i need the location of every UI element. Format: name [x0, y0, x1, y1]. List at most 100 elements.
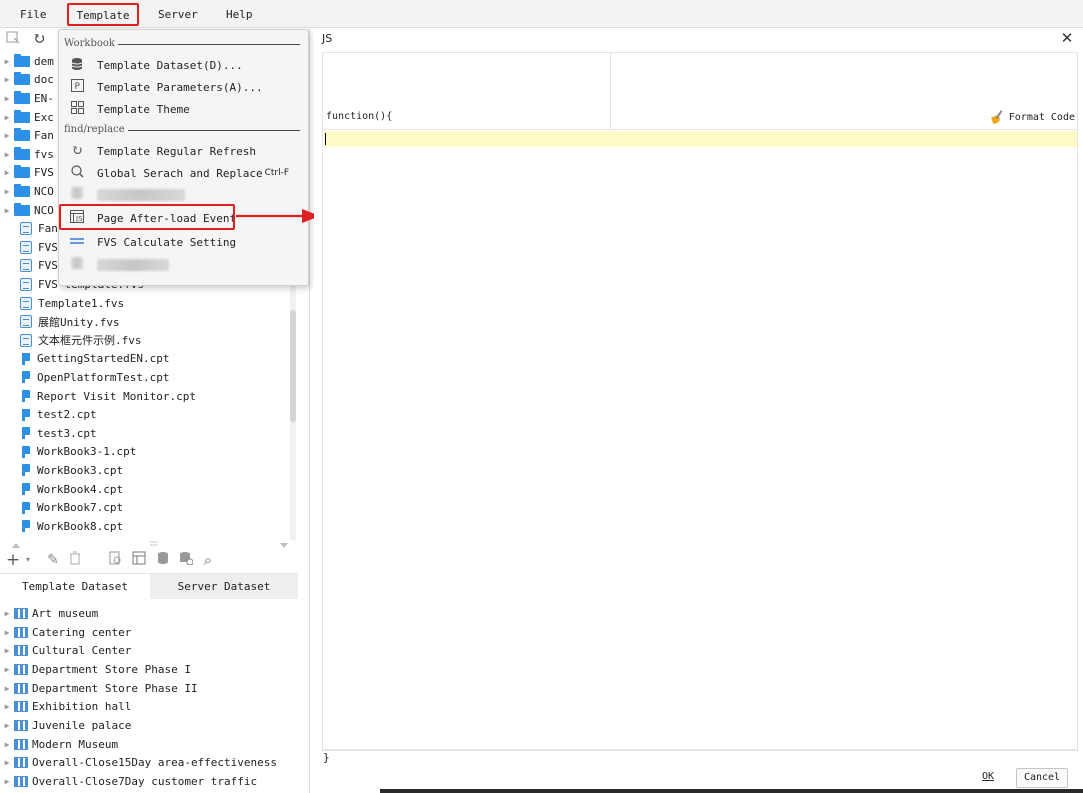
current-line-highlight	[324, 131, 1077, 147]
expand-arrow-icon[interactable]: ▶	[0, 684, 14, 693]
tree-file[interactable]: WorkBook4.cpt	[0, 480, 296, 499]
menu-fvs-calculate-setting[interactable]: FVS Calculate Setting	[63, 231, 304, 253]
close-button[interactable]: ✕	[1058, 29, 1076, 47]
dataset-row[interactable]: ▶ Modern Museum	[0, 735, 300, 754]
tree-file[interactable]: WorkBook7.cpt	[0, 498, 296, 517]
dataset-row[interactable]: ▶ Catering center	[0, 623, 300, 642]
menu-regular-refresh[interactable]: ↻ Template Regular Refresh	[63, 140, 304, 162]
preview-icon[interactable]	[106, 551, 124, 569]
expand-arrow-icon[interactable]: ▶	[0, 721, 14, 730]
expand-arrow-icon[interactable]: ▶	[0, 206, 14, 215]
dashboard-file-icon	[20, 315, 32, 329]
folder-icon	[14, 183, 30, 197]
report-file-icon	[21, 483, 31, 496]
folder-icon	[14, 202, 30, 216]
tree-file[interactable]: WorkBook3.cpt	[0, 461, 296, 480]
dashboard-file-icon	[20, 240, 32, 254]
refresh-icon: ↻	[71, 143, 83, 159]
dataset-row[interactable]: ▶ Overall-Close7Day customer traffic	[0, 772, 300, 791]
expand-arrow-icon[interactable]: ▶	[0, 646, 14, 655]
tree-item-label: FVS	[34, 166, 54, 180]
dataset-table-icon[interactable]	[130, 551, 148, 569]
menu-template-theme[interactable]: Template Theme	[63, 98, 304, 120]
tree-file[interactable]: test2.cpt	[0, 405, 296, 424]
menu-global-search[interactable]: Global Serach and Replace Ctrl-F	[63, 162, 304, 184]
expand-arrow-icon[interactable]: ▶	[0, 758, 14, 767]
tree-item-label: Fan	[38, 222, 58, 236]
expand-arrow-icon[interactable]: ▶	[0, 740, 14, 749]
tree-file[interactable]: OpenPlatformTest.cpt	[0, 368, 296, 387]
expand-arrow-icon[interactable]: ▶	[0, 57, 14, 66]
expand-arrow-icon[interactable]: ▶	[0, 94, 14, 103]
section-find-replace: find/replace	[64, 122, 300, 138]
dataset-row[interactable]: ▶ Overall-Close15Day area-effectiveness	[0, 754, 300, 773]
expand-arrow-icon[interactable]: ▶	[0, 628, 14, 637]
dataset-row[interactable]: ▶ Art museum	[0, 604, 300, 623]
search-icon[interactable]: ⌕	[199, 551, 217, 569]
tree-file[interactable]: test3.cpt	[0, 424, 296, 443]
menu-server[interactable]: Server	[152, 5, 204, 25]
expand-arrow-icon[interactable]: ▶	[0, 113, 14, 122]
dataset-label: Catering center	[32, 625, 132, 639]
expand-arrow-icon[interactable]: ▶	[0, 702, 14, 711]
tree-file[interactable]: 文本框元件示例.fvs	[0, 331, 296, 350]
dataset-row[interactable]: ▶ Department Store Phase II	[0, 679, 300, 698]
dataset-label: Exhibition hall	[32, 700, 132, 714]
menu-template-parameters[interactable]: P Template Parameters(A)...	[63, 76, 304, 98]
format-code-button[interactable]: Format Code	[991, 110, 1075, 124]
tree-item-label: WorkBook7.cpt	[37, 501, 124, 515]
dataset-row[interactable]: ▶ Department Store Phase I	[0, 660, 300, 679]
refresh-icon[interactable]: ↻	[30, 30, 48, 48]
menu-template-dataset[interactable]: Template Dataset(D)...	[63, 54, 304, 76]
red-arrow-icon	[236, 209, 320, 223]
dashboard-file-icon	[20, 277, 32, 291]
format-code-label: Format Code	[1008, 111, 1075, 123]
tree-item-label: WorkBook4.cpt	[37, 482, 124, 496]
add-dropdown-chevron-icon[interactable]: ▾	[19, 551, 37, 569]
expand-arrow-icon[interactable]: ▶	[0, 150, 14, 159]
expand-arrow-icon[interactable]: ▶	[0, 131, 14, 140]
tree-file[interactable]: Report Visit Monitor.cpt	[0, 387, 296, 406]
edit-icon[interactable]: ✎	[44, 551, 62, 569]
tree-scroll-thumb[interactable]	[290, 310, 296, 422]
dataset-icon	[14, 626, 28, 638]
blurred-icon	[67, 187, 87, 203]
menu-blurred-item-2[interactable]	[63, 254, 304, 276]
code-editor[interactable]	[322, 130, 1078, 750]
ok-button[interactable]: OK	[977, 768, 999, 788]
dataset-label: Juvenile palace	[32, 719, 132, 733]
tab-server-dataset[interactable]: Server Dataset	[150, 574, 298, 599]
dataset-label: Overall-Close15Day area-effectiveness	[32, 756, 278, 770]
dataset-row[interactable]: ▶ Juvenile palace	[0, 716, 300, 735]
tab-template-dataset[interactable]: Template Dataset	[0, 574, 150, 599]
menu-blurred-item-1[interactable]	[63, 184, 304, 206]
report-file-icon	[21, 520, 31, 533]
dataset-row[interactable]: ▶ Exhibition hall	[0, 698, 300, 717]
menu-fvs-calculate-label: FVS Calculate Setting	[97, 235, 237, 249]
menu-help[interactable]: Help	[220, 5, 259, 25]
menu-template[interactable]: Template	[67, 3, 139, 26]
expand-arrow-icon[interactable]: ▶	[0, 75, 14, 84]
expand-arrow-icon[interactable]: ▶	[0, 777, 14, 786]
menu-file[interactable]: File	[14, 5, 53, 25]
expand-arrow-icon[interactable]: ▶	[0, 609, 14, 618]
expand-arrow-icon[interactable]: ▶	[0, 168, 14, 177]
expand-arrow-icon[interactable]: ▶	[0, 187, 14, 196]
new-folder-icon[interactable]	[4, 30, 22, 48]
database-settings-icon[interactable]	[177, 551, 195, 569]
tree-file[interactable]: WorkBook3-1.cpt	[0, 443, 296, 462]
blurred-label	[97, 189, 185, 201]
expand-arrow-icon[interactable]: ▶	[0, 665, 14, 674]
tree-item-label: fvs	[34, 147, 54, 161]
dataset-row[interactable]: ▶ Cultural Center	[0, 641, 300, 660]
delete-icon[interactable]	[66, 551, 84, 569]
dashboard-file-icon	[20, 296, 32, 310]
section-workbook: Workbook	[64, 36, 300, 52]
tree-file[interactable]: GettingStartedEN.cpt	[0, 350, 296, 369]
tree-file[interactable]: WorkBook8.cpt	[0, 517, 296, 536]
cancel-button[interactable]: Cancel	[1016, 768, 1068, 788]
tree-file[interactable]: 展館Unity.fvs	[0, 312, 296, 331]
database-icon[interactable]	[154, 551, 172, 569]
header-divider	[610, 53, 611, 129]
tree-file[interactable]: Template1.fvs	[0, 294, 296, 313]
